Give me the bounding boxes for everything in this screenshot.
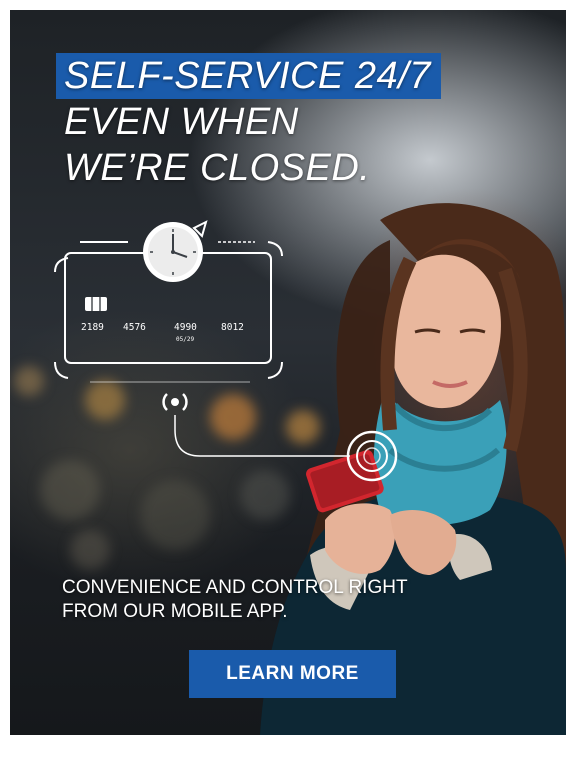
headline: SELF-SERVICE 24/7 EVEN WHEN WE’RE CLOSED…	[56, 53, 441, 191]
card-number-group: 4576	[123, 322, 146, 333]
clock-icon	[143, 220, 208, 282]
chip-icon	[85, 297, 107, 311]
headline-line-3: WE’RE CLOSED.	[64, 147, 371, 189]
headline-line-1: SELF-SERVICE 24/7	[56, 53, 441, 99]
contactless-icon	[162, 393, 188, 411]
promo-banner: 2189 4576 4990 8012 05/29 SELF-SERVICE 2…	[10, 10, 566, 735]
card-number-group: 4990	[174, 322, 197, 333]
phone-tap-icon	[346, 430, 398, 482]
card-number-group: 2189	[81, 322, 104, 333]
card-expiry: 05/29	[176, 336, 194, 343]
subtext-line-1: CONVENIENCE AND CONTROL RIGHT	[62, 577, 408, 598]
learn-more-button[interactable]: LEARN MORE	[189, 650, 396, 698]
subtext: CONVENIENCE AND CONTROL RIGHT FROM OUR M…	[62, 576, 482, 624]
headline-line-2: EVEN WHEN	[64, 101, 299, 143]
card-number-group: 8012	[221, 322, 244, 333]
subtext-line-2: FROM OUR MOBILE APP.	[62, 601, 288, 622]
